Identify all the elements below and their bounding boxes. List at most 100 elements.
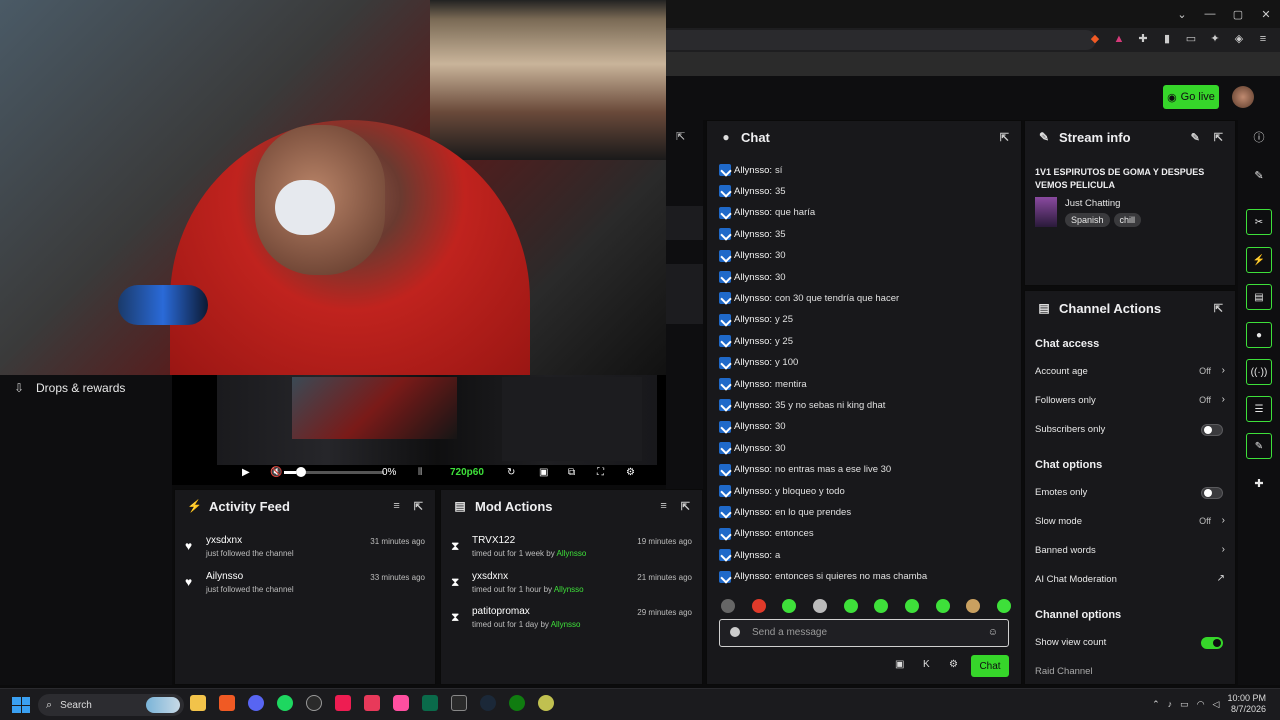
vpn-icon[interactable]: ◈ [1232, 32, 1246, 46]
chat-username[interactable]: Allynsso: [734, 207, 772, 218]
chat-message[interactable]: Allynsso: mentira [719, 377, 807, 391]
chat-message[interactable]: Allynsso: sí [719, 163, 782, 177]
subscribers-only-toggle[interactable] [1201, 424, 1223, 436]
list-item[interactable]: ⧗ patitopromax timed out for 1 day by Al… [451, 606, 692, 636]
moderator-badge-icon[interactable] [719, 249, 731, 262]
chevron-up-icon[interactable]: ⌃ [1152, 699, 1160, 710]
sidebar-icon[interactable]: ▮ [1160, 32, 1174, 46]
chat-message[interactable]: Allynsso: 30 [719, 420, 786, 434]
badge-icon[interactable] [730, 627, 740, 637]
stream-category[interactable]: Just Chatting [1065, 198, 1120, 209]
list-item[interactable]: ♥ Ailynsso just followed the channel 33 … [185, 571, 425, 601]
chat-message[interactable]: Allynsso: a [719, 548, 780, 562]
chat-username[interactable]: Allynsso: [734, 229, 772, 240]
emote-icon[interactable] [996, 599, 1011, 613]
category-boxart[interactable] [1035, 197, 1057, 227]
brave-shield-icon[interactable]: ◆ [1088, 32, 1102, 46]
extensions-icon[interactable]: ✚ [1136, 32, 1150, 46]
moderator-badge-icon[interactable] [719, 442, 731, 455]
show-view-count-toggle[interactable] [1201, 637, 1223, 649]
chat-username[interactable]: Allynsso: [734, 186, 772, 197]
chat-bubble-icon[interactable]: ● [1246, 322, 1272, 348]
refresh-icon[interactable]: ↻ [507, 467, 515, 478]
chat-message[interactable]: Allynsso: y 25 [719, 313, 793, 327]
close-icon[interactable]: ✕ [1252, 0, 1280, 28]
list-item[interactable]: ⧗ yxsdxnx timed out for 1 hour by Allyns… [451, 571, 692, 601]
chat-username[interactable]: Allynsso: [734, 507, 772, 518]
moderator-badge-icon[interactable] [719, 549, 731, 562]
moderator-badge-icon[interactable] [719, 292, 731, 305]
chat-username[interactable]: Allynsso: [734, 250, 772, 261]
quality-label[interactable]: 720p60 [450, 467, 484, 478]
slow-mode-row[interactable]: Slow mode Off › [1035, 515, 1225, 530]
emote-icon[interactable] [751, 599, 766, 613]
feed-user[interactable]: Ailynsso [206, 571, 243, 582]
popout-icon[interactable]: ⧉ [568, 467, 575, 478]
list-item[interactable]: ♥ yxsdxnx just followed the channel 31 m… [185, 535, 425, 565]
moderator-badge-icon[interactable] [719, 485, 731, 497]
xbox-icon[interactable] [509, 695, 525, 711]
moderator-badge-icon[interactable] [719, 271, 731, 283]
popout-icon[interactable]: ⇱ [681, 500, 690, 513]
app-icon[interactable] [364, 695, 380, 711]
volume-icon[interactable]: ◁ [1213, 699, 1220, 710]
chat-messages[interactable]: Allynsso: sí Allynsso: 35 Allynsso: que haría… [719, 149, 1015, 589]
nav-drops-rewards[interactable]: ⇩ Drops & rewards [14, 381, 125, 395]
chat-username[interactable]: Allynsso: [734, 357, 772, 368]
chat-message[interactable]: Allynsso: con 30 que tendría que hacer [719, 291, 899, 305]
microphone-icon[interactable]: ♪ [1168, 699, 1173, 709]
chat-username[interactable]: Allynsso: [734, 550, 772, 561]
emote-icon[interactable] [935, 599, 950, 613]
mod-target[interactable]: patitopromax [472, 606, 530, 617]
chat-username[interactable]: Allynsso: [734, 272, 772, 283]
chevron-down-icon[interactable]: ⌄ [1168, 0, 1196, 28]
windows-start-icon[interactable] [12, 697, 30, 713]
tag[interactable]: chill [1113, 213, 1142, 227]
brave-browser-icon[interactable] [219, 695, 235, 711]
chat-message[interactable]: Allynsso: en lo que prendes [719, 505, 851, 519]
chat-message[interactable]: Allynsso: 30 [719, 270, 786, 284]
layout-icon[interactable]: ☰ [1246, 396, 1272, 422]
play-icon[interactable]: ▶ [242, 467, 250, 478]
moderator-badge-icon[interactable] [719, 506, 731, 519]
settings-icon[interactable]: ⚙ [626, 467, 635, 478]
chat-message[interactable]: Allynsso: 30 [719, 441, 786, 455]
maximize-icon[interactable]: ▢ [1224, 0, 1252, 28]
popout-icon[interactable]: ⇱ [676, 130, 685, 143]
fullscreen-icon[interactable]: ⛶ [597, 467, 604, 478]
ai-moderation-row[interactable]: AI Chat Moderation ↗ [1035, 573, 1225, 588]
moderator-badge-icon[interactable] [719, 378, 731, 390]
epic-games-icon[interactable] [451, 695, 467, 711]
edit-icon[interactable]: ✎ [1191, 131, 1200, 144]
popout-icon[interactable]: ⇱ [1000, 131, 1009, 144]
chat-message[interactable]: Allynsso: no entras mas a ese live 30 [719, 463, 891, 477]
avatar[interactable] [1232, 86, 1254, 108]
app-icon[interactable] [538, 695, 554, 711]
chat-message[interactable]: Allynsso: y 25 [719, 334, 793, 348]
bolt-icon[interactable]: ⚡ [1246, 247, 1272, 273]
chat-message[interactable]: Allynsso: y bloqueo y todo [719, 484, 845, 498]
info-icon[interactable]: ⓘ [1246, 124, 1272, 150]
emote-picker-icon[interactable]: ☺ [988, 627, 998, 638]
theatre-icon[interactable]: ▣ [539, 467, 548, 478]
moderator-badge-icon[interactable] [719, 570, 731, 583]
menu-icon[interactable]: ≡ [1256, 32, 1270, 46]
address-bar[interactable] [666, 30, 1096, 50]
chat-message[interactable]: Allynsso: 35 [719, 184, 786, 198]
chat-username[interactable]: Allynsso: [734, 400, 772, 411]
rewards-icon[interactable]: ▲ [1112, 32, 1126, 46]
feed-user[interactable]: yxsdxnx [206, 535, 242, 546]
tag[interactable]: Spanish [1065, 213, 1110, 227]
account-age-row[interactable]: Account age Off › [1035, 365, 1225, 380]
extensions-icon[interactable]: ✚ [1246, 470, 1272, 496]
moderator-badge-icon[interactable] [719, 228, 731, 241]
emote-icon[interactable] [782, 599, 797, 613]
chat-paused-icon[interactable]: ▣ [895, 659, 904, 670]
mute-icon[interactable]: 🔇 [270, 467, 282, 478]
moderator-badge-icon[interactable] [719, 335, 731, 348]
moderator-badge-icon[interactable] [719, 185, 731, 198]
audio-icon[interactable]: ⫴ [418, 467, 422, 478]
pencil-icon[interactable]: ✎ [1246, 162, 1272, 188]
wrench-icon[interactable]: ✎ [1246, 433, 1272, 459]
list-item[interactable]: ⧗ TRVX122 timed out for 1 week by Allyns… [451, 535, 692, 565]
